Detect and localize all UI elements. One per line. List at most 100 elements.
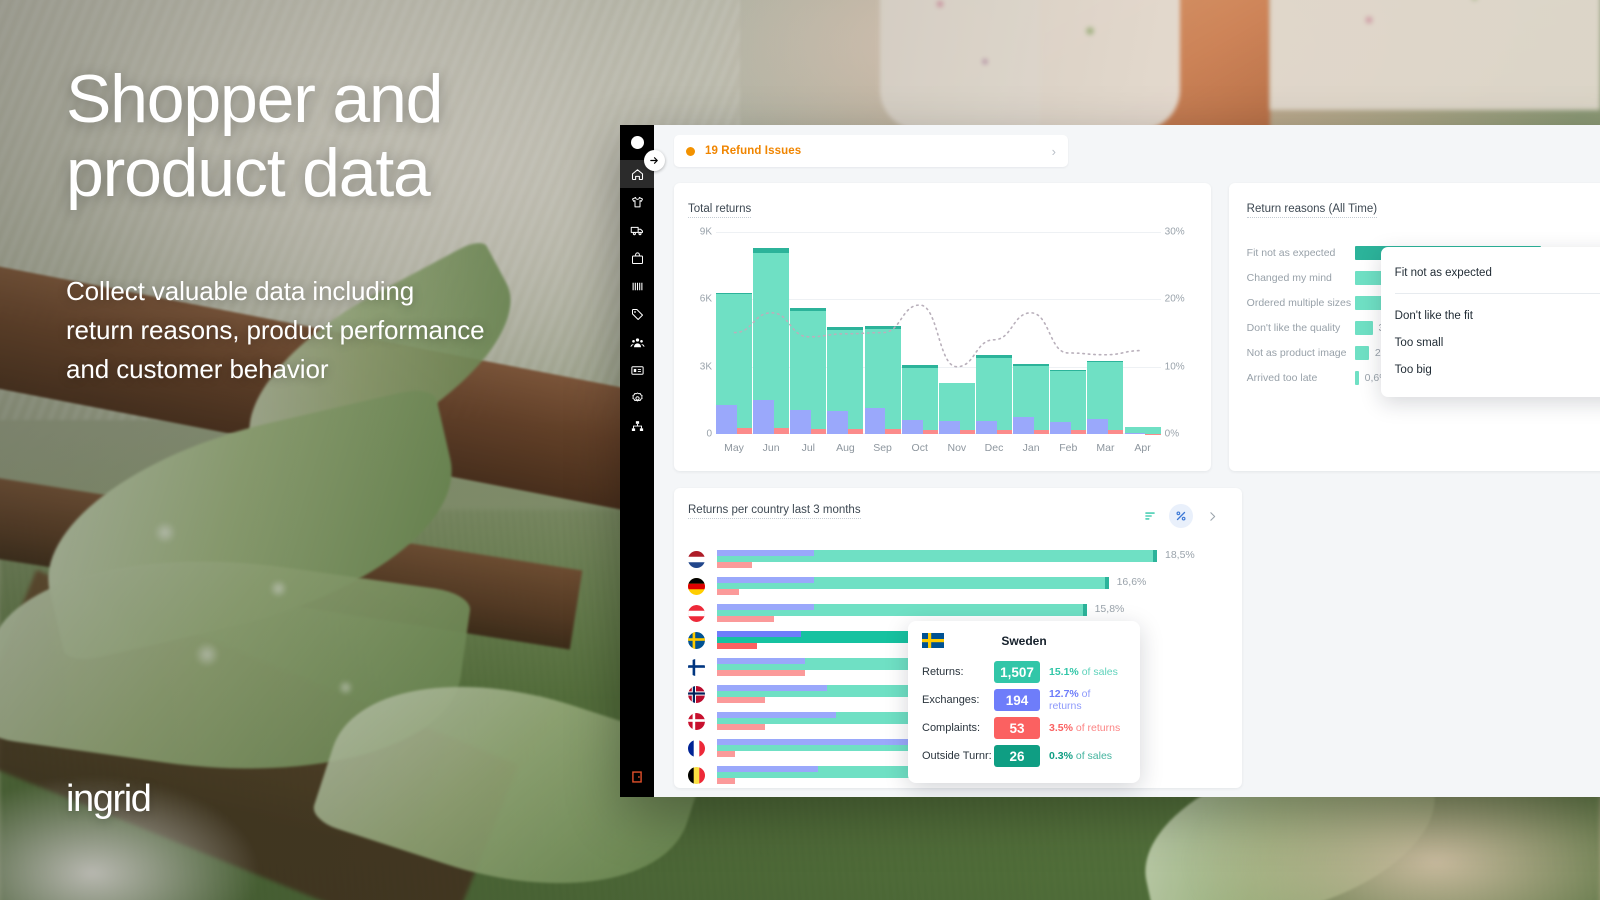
country-bar-exchanges [717, 631, 801, 637]
sweden-row-percent: 12.7% of returns [1049, 688, 1126, 712]
country-bar-percent: 16,6% [1116, 576, 1147, 588]
logout-button[interactable] [630, 770, 644, 789]
x-tick-label: Jan [1022, 442, 1040, 454]
country-bar-complaints [717, 724, 766, 730]
returns-per-country-card: Returns per country last 3 months 18,5% … [674, 488, 1242, 788]
y-axis-left: 9K 6K 3K 0 [688, 227, 712, 440]
sweden-row-percent: 0.3% of sales [1049, 750, 1112, 762]
sidebar-item-integrations[interactable] [620, 412, 654, 440]
sweden-row-label: Exchanges: [922, 694, 980, 706]
sidebar-item-products[interactable] [620, 188, 654, 216]
country-bar-complaints [717, 643, 757, 649]
sweden-tooltip-row: Outside Turnr: 26 0.3% of sales [922, 742, 1126, 770]
sweden-tooltip-title: Sweden [1001, 633, 1047, 648]
sort-bars-icon [1145, 512, 1155, 520]
bar-segment-complaints [885, 429, 901, 434]
tooltip-row: Too big85 [1395, 356, 1600, 383]
chart-plot-area [716, 232, 1161, 434]
x-tick-label: Sep [873, 442, 892, 454]
bar-segment-exchanges [864, 408, 886, 434]
sweden-row-label: Outside Turnr: [922, 750, 992, 762]
y2-tick-10: 10% [1164, 361, 1185, 373]
country-bar-exchanges [717, 766, 819, 772]
sweden-tooltip-header: Sweden [922, 633, 1126, 648]
tooltip-row-label: Don't like the fit [1394, 309, 1473, 322]
percent-toggle-button[interactable] [1169, 504, 1193, 528]
finland-flag [688, 659, 705, 676]
tooltip-row: Don't like the fit406 [1395, 302, 1600, 329]
reason-label: Ordered multiple sizes [1246, 296, 1352, 309]
return-rate-trendline [716, 232, 1161, 412]
y-tick-0: 0 [706, 428, 712, 440]
tooltip-row-label: Too big [1394, 363, 1432, 376]
country-row[interactable]: 16,6% [688, 573, 1224, 600]
country-bar-percent: 15,8% [1094, 603, 1125, 615]
sweden-row-value: 1,507 [994, 661, 1040, 683]
headline-line-2: product data [66, 135, 431, 211]
refund-issues-label: 19 Refund Issues [705, 145, 802, 157]
norway-flag [688, 686, 705, 703]
sweden-row-pct-number: 3.5% [1049, 722, 1073, 734]
truck-icon [630, 226, 643, 235]
bar-segment-complaints [848, 428, 864, 434]
return-reason-tooltip: Fit not as expected 883 Don't like the f… [1380, 247, 1600, 397]
bar-segment-exchanges [1124, 433, 1146, 434]
germany-flag [688, 578, 705, 595]
country-bar-exchanges [717, 550, 814, 556]
denmark-flag [688, 713, 705, 730]
subcopy-line-1: Collect valuable data including [66, 276, 415, 306]
sweden-row-percent: 3.5% of returns [1049, 722, 1120, 734]
next-page-button[interactable] [1200, 504, 1224, 528]
bar-segment-exchanges [975, 420, 997, 434]
sweden-tooltip-row: Returns: 1,507 15.1% of sales [922, 658, 1126, 686]
refund-issues-banner[interactable]: 19 Refund Issues › [674, 135, 1068, 167]
bar-segment-complaints [1034, 429, 1050, 434]
sweden-tooltip-row: Complaints: 53 3.5% of returns [922, 714, 1126, 742]
x-tick-label: Dec [984, 442, 1004, 454]
sidebar-item-labels[interactable] [620, 300, 654, 328]
reason-label: Arrived too late [1246, 371, 1318, 384]
sweden-row-percent: 15.1% of sales [1049, 666, 1118, 678]
y2-tick-0: 0% [1164, 428, 1180, 440]
sweden-row-value: 26 [994, 745, 1040, 767]
sweden-row-pct-of: of sales [1075, 750, 1113, 762]
sidebar-item-barcodes[interactable] [620, 272, 654, 300]
bar-segment-exchanges [938, 421, 960, 434]
netherlands-flag [688, 551, 705, 568]
country-row[interactable]: 18,5% [688, 546, 1224, 573]
total-returns-chart: 9K 6K 3K 0 30% 20% 10% 0% May Jun Jul Au… [688, 227, 1193, 460]
reason-bar [1354, 370, 1359, 385]
return-reasons-card: Return reasons (All Time) Fit not as exp… [1228, 183, 1600, 471]
x-tick-label: Mar [1096, 442, 1115, 454]
sweden-row-pct-number: 12.7% [1048, 688, 1079, 700]
country-bar-complaints [717, 751, 735, 757]
bar-segment-complaints [959, 429, 975, 434]
austria-flag [688, 605, 705, 622]
reason-label: Not as product image [1246, 346, 1347, 359]
sidebar-item-packages[interactable] [620, 244, 654, 272]
sidebar-item-shipments[interactable] [620, 216, 654, 244]
sidebar-bottom [620, 770, 654, 789]
box-icon [631, 251, 643, 264]
chevron-right-icon[interactable]: › [1052, 144, 1056, 159]
dashboard-row-1: Total returns 9K 6K 3K 0 30% 20% 10% 0% [674, 183, 1600, 471]
reason-label: Changed my mind [1246, 271, 1332, 284]
sidebar-item-billing[interactable] [620, 356, 654, 384]
sidebar-item-settings[interactable] [620, 384, 654, 412]
logout-door-icon [632, 771, 642, 783]
x-axis: May Jun Jul Aug Sep Oct Nov Dec Jan Feb Mar Apr [716, 436, 1161, 460]
country-bar-exchanges [717, 604, 814, 610]
sidebar-item-customers[interactable] [620, 328, 654, 356]
country-bar: 18,5% [717, 549, 1195, 569]
total-returns-title: Total returns [688, 203, 752, 218]
sweden-flag-icon [922, 633, 944, 648]
return-reasons-title: Return reasons (All Time) [1246, 203, 1378, 218]
reason-label: Don't like the quality [1246, 321, 1341, 334]
sweden-row-label: Returns: [922, 666, 964, 678]
ingrid-logo: ingrid [66, 778, 152, 820]
x-tick-label: Apr [1134, 442, 1151, 454]
country-bar-exchanges [717, 685, 827, 691]
sort-button[interactable] [1138, 504, 1162, 528]
x-tick-label: May [724, 442, 744, 454]
bar-segment-exchanges [901, 419, 923, 434]
